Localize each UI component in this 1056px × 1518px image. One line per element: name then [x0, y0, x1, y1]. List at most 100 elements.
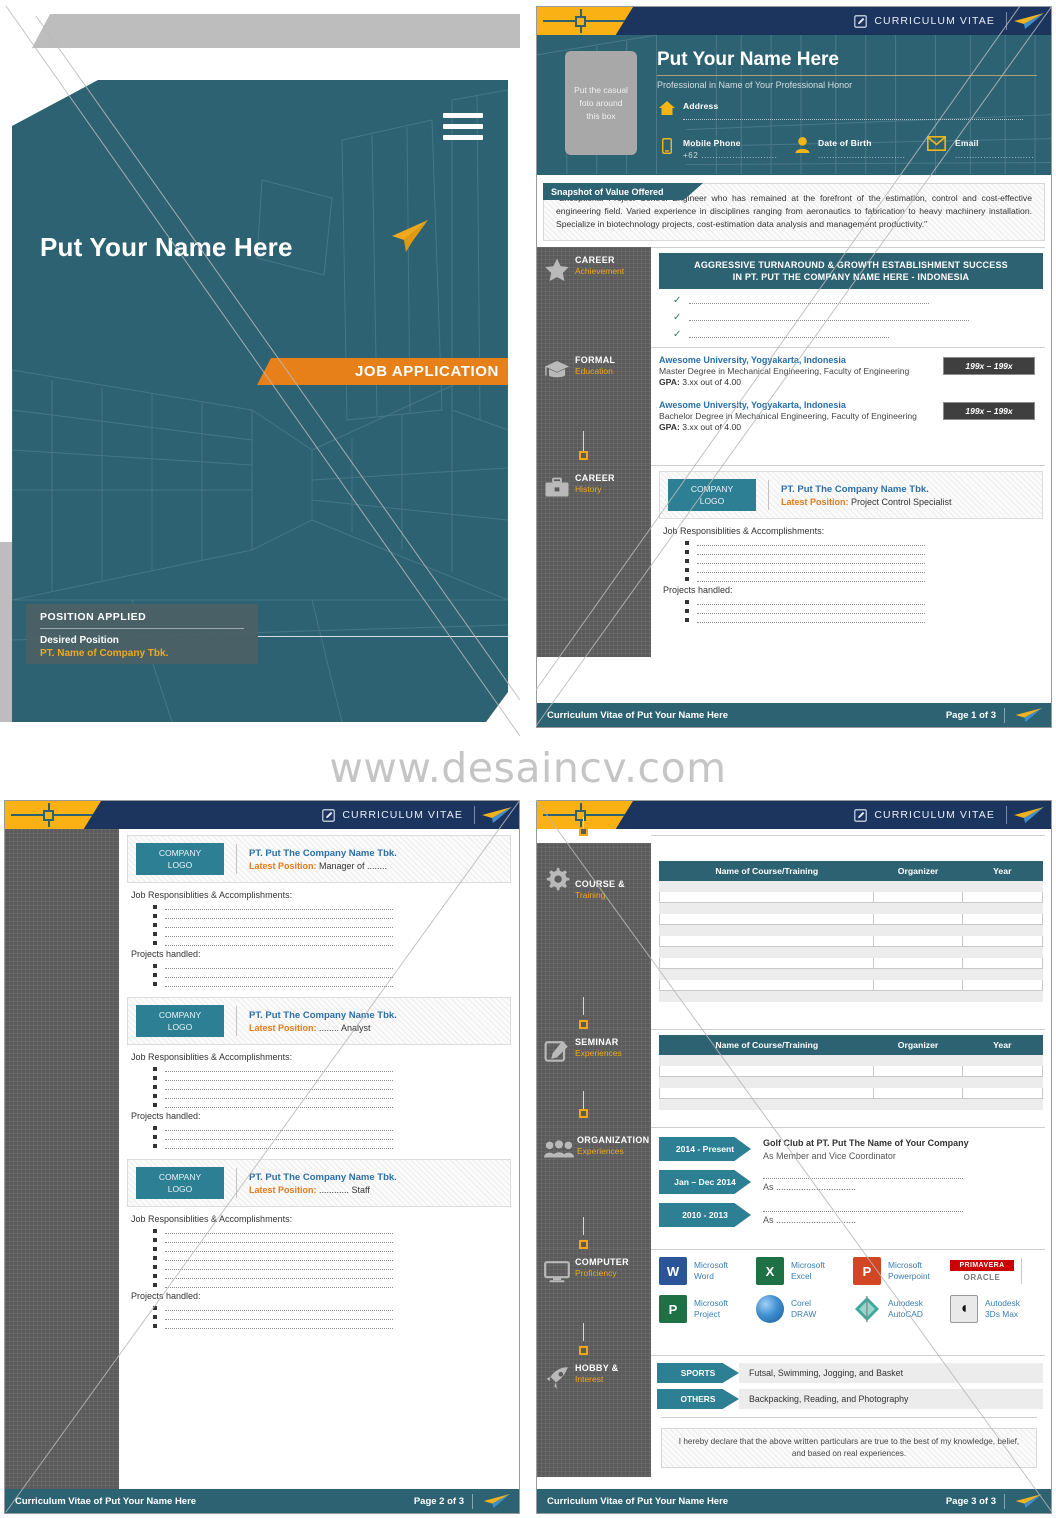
table-row[interactable] [658, 990, 1044, 1002]
table-cell[interactable] [961, 1065, 1044, 1077]
organization-blank-line[interactable] [763, 1171, 963, 1179]
table-cell[interactable] [873, 1054, 963, 1066]
responsibility-line[interactable] [153, 1272, 511, 1279]
table-cell[interactable] [873, 979, 963, 991]
project-line[interactable] [153, 1142, 511, 1149]
table-row[interactable] [658, 1054, 1044, 1066]
responsibility-line[interactable] [153, 1281, 511, 1288]
table-cell[interactable] [658, 902, 875, 914]
table-cell[interactable] [961, 1076, 1044, 1088]
table-cell[interactable] [658, 924, 875, 936]
responsibility-line[interactable] [153, 939, 511, 946]
table-cell[interactable] [873, 946, 963, 958]
table-cell[interactable] [873, 880, 963, 892]
company-logo-placeholder[interactable]: COMPANY LOGO [136, 843, 224, 875]
table-row[interactable] [658, 880, 1044, 892]
responsibility-line[interactable] [153, 1227, 511, 1234]
dob-value[interactable]: ............................... [818, 151, 906, 160]
project-line[interactable] [153, 971, 511, 978]
table-cell[interactable] [873, 957, 963, 969]
course-training-table[interactable]: Name of Course/Training Organizer Year [658, 861, 1044, 1002]
table-cell[interactable] [873, 902, 963, 914]
table-row[interactable] [658, 924, 1044, 936]
table-row[interactable] [658, 946, 1044, 958]
company-logo-placeholder[interactable]: COMPANY LOGO [136, 1167, 224, 1199]
table-cell[interactable] [658, 979, 875, 991]
table-cell[interactable] [961, 1054, 1044, 1066]
table-cell[interactable] [658, 946, 875, 958]
table-cell[interactable] [961, 902, 1044, 914]
hamburger-menu-icon[interactable] [443, 113, 483, 146]
table-cell[interactable] [961, 990, 1044, 1002]
email-value[interactable]: ............................ [955, 151, 1034, 160]
project-line[interactable] [153, 1313, 511, 1320]
achievement-blank-line[interactable] [689, 331, 890, 338]
table-cell[interactable] [658, 1054, 875, 1066]
table-cell[interactable] [658, 1065, 875, 1077]
responsibility-line[interactable] [153, 1083, 511, 1090]
table-cell[interactable] [873, 891, 963, 903]
hobby-value[interactable]: Futsal, Swimming, Jogging, and Basket [739, 1363, 1043, 1383]
responsibility-line[interactable] [685, 548, 1043, 555]
table-cell[interactable] [961, 1098, 1044, 1110]
table-cell[interactable] [658, 880, 875, 892]
table-row[interactable] [658, 979, 1044, 991]
responsibility-line[interactable] [153, 921, 511, 928]
table-cell[interactable] [873, 1087, 963, 1099]
responsibility-line[interactable] [685, 575, 1043, 582]
organization-blank-line[interactable] [763, 1204, 963, 1212]
table-row[interactable] [658, 1076, 1044, 1088]
table-cell[interactable] [961, 880, 1044, 892]
responsibility-line[interactable] [153, 1263, 511, 1270]
table-cell[interactable] [961, 891, 1044, 903]
table-cell[interactable] [658, 957, 875, 969]
responsibility-line[interactable] [153, 1254, 511, 1261]
mobile-value[interactable]: +62 ........................... [683, 151, 777, 160]
achievement-blank-line[interactable] [689, 297, 930, 304]
table-cell[interactable] [658, 1098, 875, 1110]
table-cell[interactable] [961, 1087, 1044, 1099]
responsibility-line[interactable] [153, 930, 511, 937]
table-cell[interactable] [658, 935, 875, 947]
table-row[interactable] [658, 1087, 1044, 1099]
table-row[interactable] [658, 1098, 1044, 1110]
table-row[interactable] [658, 935, 1044, 947]
table-row[interactable] [658, 891, 1044, 903]
table-row[interactable] [658, 968, 1044, 980]
project-line[interactable] [153, 1124, 511, 1131]
table-cell[interactable] [961, 913, 1044, 925]
table-cell[interactable] [961, 946, 1044, 958]
responsibility-line[interactable] [153, 1245, 511, 1252]
responsibility-line[interactable] [153, 1092, 511, 1099]
responsibility-line[interactable] [685, 566, 1043, 573]
table-row[interactable] [658, 1065, 1044, 1077]
project-line[interactable] [153, 962, 511, 969]
table-cell[interactable] [873, 1076, 963, 1088]
table-cell[interactable] [961, 924, 1044, 936]
table-cell[interactable] [961, 979, 1044, 991]
table-row[interactable] [658, 957, 1044, 969]
responsibility-line[interactable] [685, 557, 1043, 564]
photo-placeholder[interactable]: Put the casual foto around this box [565, 51, 637, 155]
responsibility-line[interactable] [153, 912, 511, 919]
project-line[interactable] [153, 1304, 511, 1311]
project-line[interactable] [153, 1133, 511, 1140]
table-cell[interactable] [658, 1076, 875, 1088]
project-line[interactable] [153, 1322, 511, 1329]
table-cell[interactable] [658, 891, 875, 903]
table-cell[interactable] [873, 968, 963, 980]
responsibility-line[interactable] [153, 1236, 511, 1243]
table-cell[interactable] [873, 1098, 963, 1110]
project-line[interactable] [685, 616, 1043, 623]
table-cell[interactable] [961, 935, 1044, 947]
project-line[interactable] [153, 980, 511, 987]
table-cell[interactable] [873, 990, 963, 1002]
responsibility-line[interactable] [153, 1065, 511, 1072]
project-line[interactable] [685, 598, 1043, 605]
table-cell[interactable] [961, 957, 1044, 969]
table-cell[interactable] [873, 924, 963, 936]
table-cell[interactable] [658, 968, 875, 980]
responsibility-line[interactable] [153, 1101, 511, 1108]
table-cell[interactable] [658, 913, 875, 925]
responsibility-line[interactable] [153, 903, 511, 910]
